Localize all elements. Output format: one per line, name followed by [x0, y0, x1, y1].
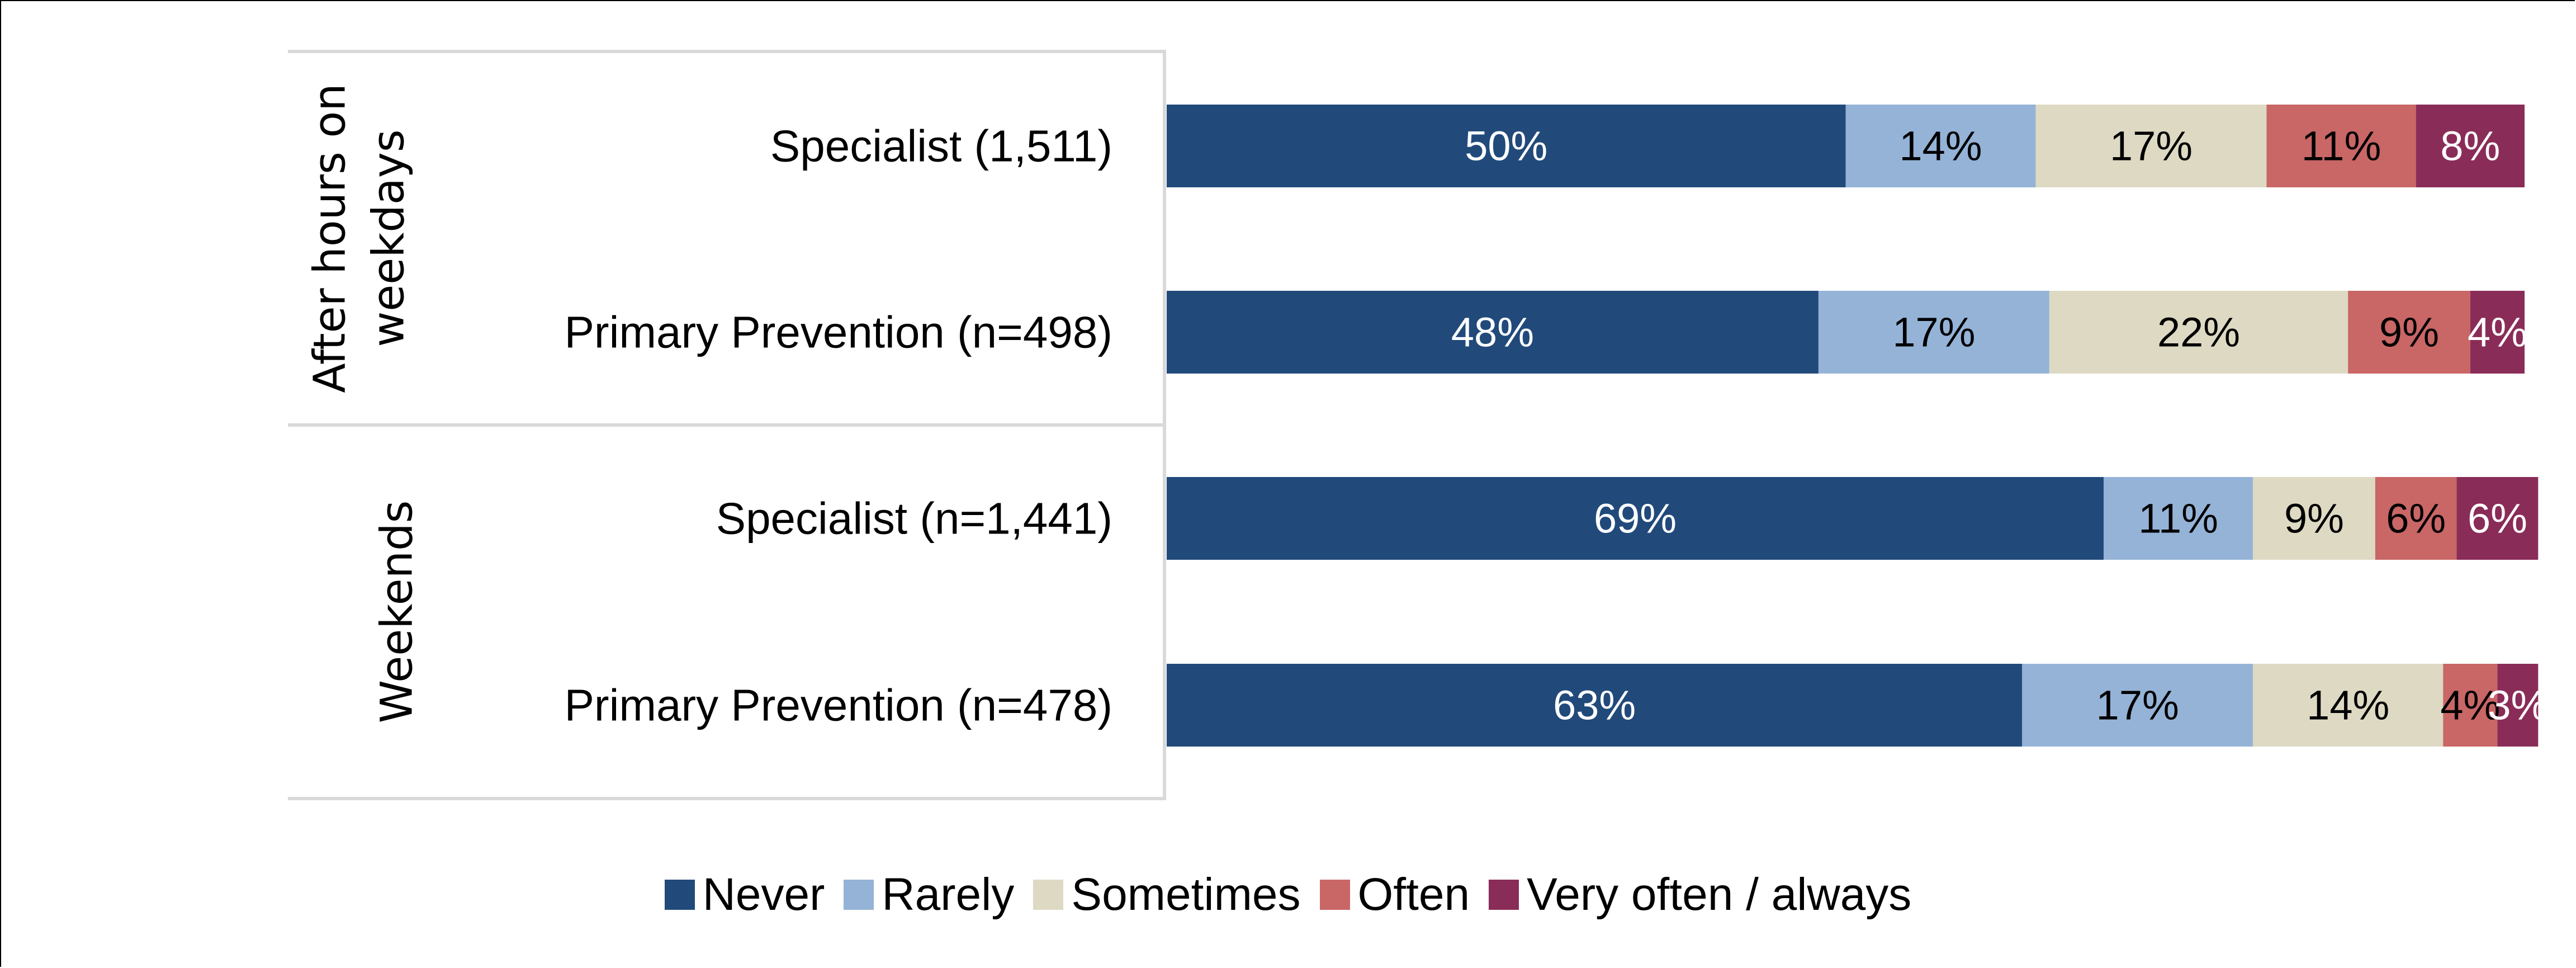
category-label: Specialist (n=1,441) — [716, 494, 1112, 544]
group-label-after-hours-on-weekdays-line-1: After hours on — [305, 83, 355, 393]
data-label-never: 50% — [1465, 123, 1547, 169]
legend: Never Rarely Sometimes Often Very often … — [0, 868, 2576, 921]
data-label-never: 69% — [1594, 495, 1677, 542]
data-label-rarely: 11% — [2138, 495, 2218, 542]
data-label-very-often-always: 4% — [2468, 309, 2527, 356]
legend-item-often: Often — [1319, 868, 1470, 921]
legend-item-very-often: Very often / always — [1489, 868, 1911, 921]
data-label-rarely: 14% — [1899, 123, 1982, 169]
data-label-sometimes: 14% — [2307, 682, 2389, 729]
legend-item-sometimes: Sometimes — [1033, 868, 1301, 921]
legend-label-often: Often — [1357, 869, 1470, 920]
data-label-sometimes: 22% — [2157, 309, 2240, 356]
category-label: Primary Prevention (n=498) — [565, 308, 1112, 357]
legend-label-very-often: Very often / always — [1527, 869, 1912, 920]
legend-swatch-never — [664, 880, 695, 910]
legend-swatch-often — [1319, 880, 1350, 910]
data-label-often: 9% — [2379, 309, 2439, 356]
group-labels: After hours on weekdays Weekends — [305, 83, 422, 723]
group-label-weekends-line-1: Weekends — [372, 500, 422, 724]
legend-item-rarely: Rarely — [844, 868, 1014, 921]
category-label: Specialist (1,511) — [770, 121, 1112, 171]
data-label-sometimes: 17% — [2110, 123, 2193, 169]
legend-label-sometimes: Sometimes — [1071, 869, 1301, 920]
legend-swatch-very-often — [1489, 880, 1519, 910]
stacked-bar-chart: After hours on weekdays Weekends Specialis… — [288, 50, 2547, 800]
legend-item-never: Never — [664, 868, 825, 921]
data-label-never: 63% — [1553, 682, 1636, 729]
data-label-rarely: 17% — [1892, 309, 1975, 356]
data-label-never: 48% — [1451, 309, 1534, 356]
legend-label-never: Never — [702, 869, 825, 920]
category-label: Primary Prevention (n=478) — [565, 681, 1112, 730]
legend-swatch-rarely — [844, 880, 874, 910]
data-label-very-often-always: 6% — [2468, 495, 2527, 542]
legend-label-rarely: Rarely — [882, 869, 1015, 920]
data-label-very-often-always: 8% — [2440, 123, 2500, 169]
data-label-often: 11% — [2302, 123, 2381, 169]
data-labels: 50% 14% 17% 11% 8% 48% 17% 22% 9% 4% 69% 11% 9% 6% 6% 6… — [1451, 123, 2547, 729]
data-label-often: 6% — [2386, 495, 2446, 542]
data-label-very-often-always: 3% — [2488, 682, 2547, 729]
bars — [1167, 105, 2539, 747]
group-label-after-hours-on-weekdays-line-2: weekdays — [363, 129, 414, 347]
legend-swatch-sometimes — [1033, 880, 1064, 910]
data-label-sometimes: 9% — [2284, 495, 2344, 542]
data-label-rarely: 17% — [2096, 682, 2179, 729]
